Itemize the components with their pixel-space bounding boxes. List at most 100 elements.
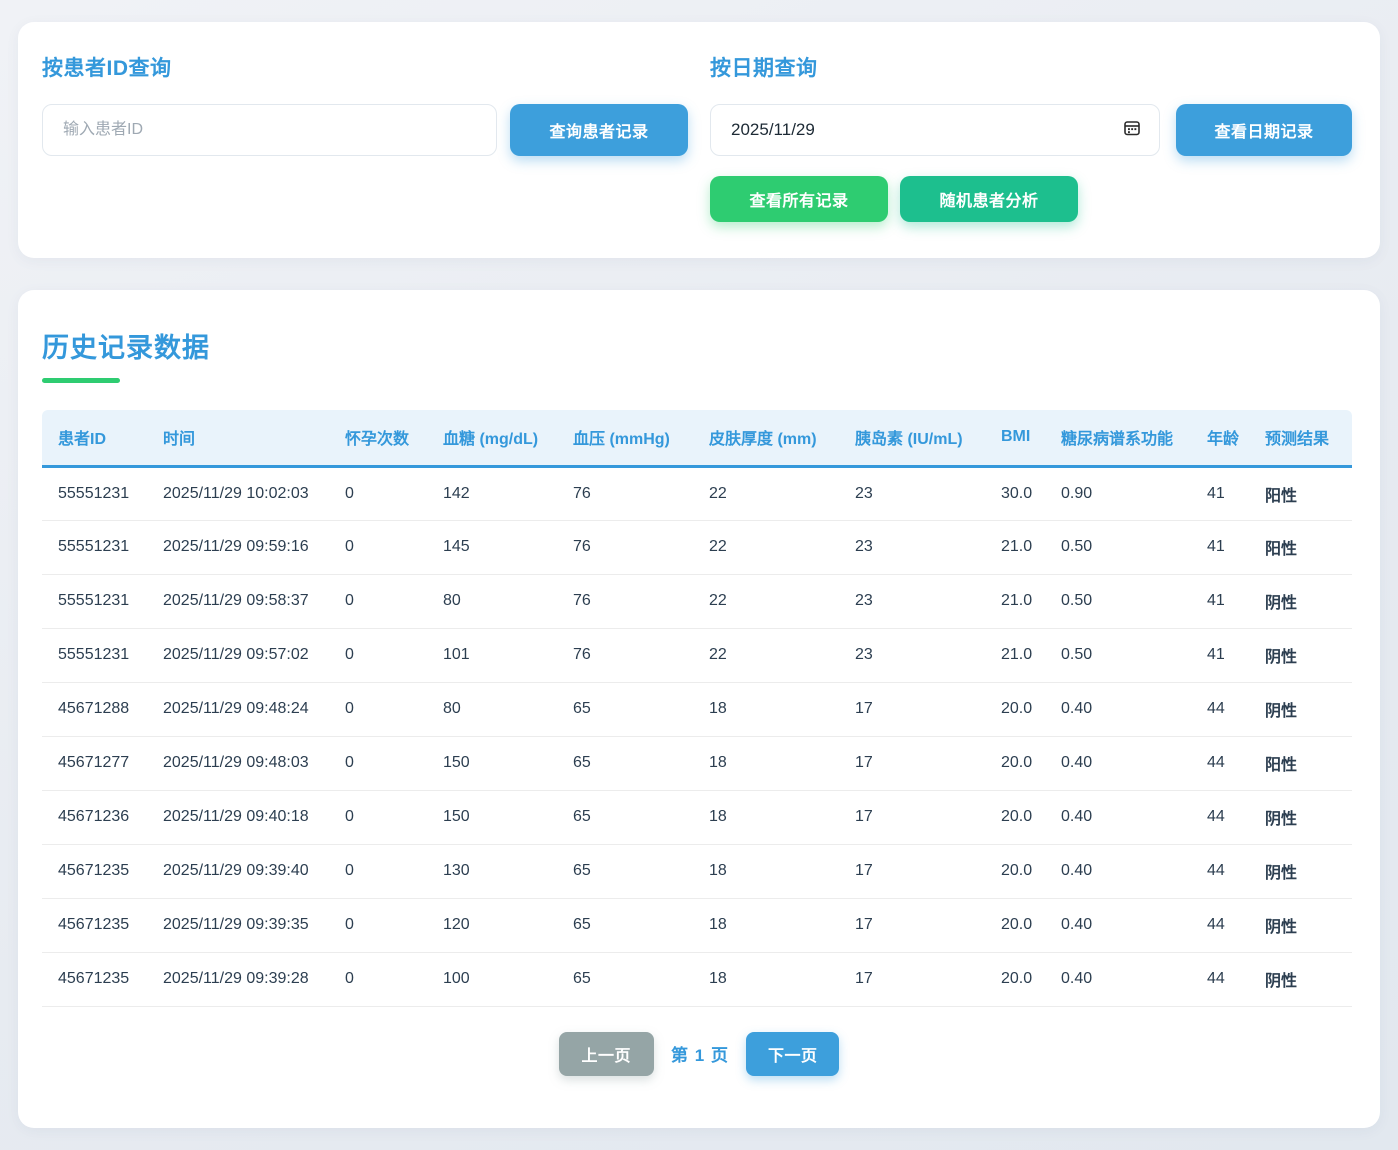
cell-skin: 18 — [693, 736, 839, 791]
cell-bp: 65 — [557, 898, 693, 953]
cell-patient-id: 45671277 — [42, 736, 147, 791]
patient-id-input[interactable] — [42, 104, 497, 156]
cell-dpf: 0.40 — [1045, 736, 1191, 791]
cell-patient-id: 55551231 — [42, 466, 147, 521]
cell-insulin: 23 — [839, 466, 985, 521]
cell-time: 2025/11/29 09:39:40 — [147, 844, 329, 899]
search-by-date-title: 按日期查询 — [710, 57, 818, 80]
view-all-records-button[interactable]: 查看所有记录 — [710, 176, 888, 222]
cell-skin: 22 — [693, 574, 839, 629]
cell-bp: 65 — [557, 952, 693, 1007]
cell-bmi: 20.0 — [985, 736, 1045, 791]
cell-result: 阴性 — [1249, 898, 1352, 953]
cell-age: 41 — [1191, 520, 1249, 575]
cell-bmi: 21.0 — [985, 520, 1045, 575]
next-page-button[interactable]: 下一页 — [745, 1031, 840, 1076]
cell-dpf: 0.90 — [1045, 466, 1191, 521]
cell-bp: 76 — [557, 466, 693, 521]
col-header-pregnancies: 怀孕次数 — [329, 410, 427, 468]
calendar-icon[interactable] — [1123, 119, 1141, 142]
col-header-time: 时间 — [147, 410, 329, 468]
prev-page-button[interactable]: 上一页 — [558, 1031, 655, 1076]
cell-age: 41 — [1191, 628, 1249, 683]
cell-patient-id: 55551231 — [42, 628, 147, 683]
cell-glucose: 100 — [427, 952, 557, 1007]
cell-pregnancies: 0 — [329, 952, 427, 1007]
cell-result: 阴性 — [1249, 790, 1352, 845]
records-table: 患者ID 时间 怀孕次数 血糖 (mg/dL) 血压 (mmHg) 皮肤厚度 (… — [42, 410, 1352, 1007]
cell-age: 44 — [1191, 682, 1249, 737]
cell-patient-id: 55551231 — [42, 520, 147, 575]
col-header-blood-pressure: 血压 (mmHg) — [557, 410, 693, 468]
cell-glucose: 80 — [427, 574, 557, 629]
table-row: 45671236 2025/11/29 09:40:18 0 150 65 18 17 20.… — [42, 790, 1352, 845]
col-header-insulin: 胰岛素 (IU/mL) — [839, 410, 985, 468]
cell-bmi: 20.0 — [985, 682, 1045, 737]
cell-bmi: 20.0 — [985, 790, 1045, 845]
cell-dpf: 0.40 — [1045, 682, 1191, 737]
cell-dpf: 0.40 — [1045, 844, 1191, 899]
cell-result: 阴性 — [1249, 628, 1352, 683]
random-patient-analysis-button[interactable]: 随机患者分析 — [900, 176, 1078, 222]
cell-bmi: 20.0 — [985, 844, 1045, 899]
col-header-bmi: BMI — [985, 410, 1045, 468]
cell-age: 41 — [1191, 466, 1249, 521]
cell-time: 2025/11/29 10:02:03 — [147, 466, 329, 521]
cell-patient-id: 45671235 — [42, 898, 147, 953]
col-header-patient-id: 患者ID — [42, 410, 147, 468]
cell-pregnancies: 0 — [329, 736, 427, 791]
cell-age: 44 — [1191, 790, 1249, 845]
cell-patient-id: 45671235 — [42, 952, 147, 1007]
cell-glucose: 101 — [427, 628, 557, 683]
cell-bp: 76 — [557, 574, 693, 629]
cell-bp: 65 — [557, 682, 693, 737]
cell-pregnancies: 0 — [329, 682, 427, 737]
cell-skin: 22 — [693, 466, 839, 521]
table-row: 45671235 2025/11/29 09:39:28 0 100 65 18 17 20.… — [42, 952, 1352, 1007]
cell-bp: 65 — [557, 736, 693, 791]
cell-pregnancies: 0 — [329, 520, 427, 575]
cell-glucose: 80 — [427, 682, 557, 737]
cell-time: 2025/11/29 09:59:16 — [147, 520, 329, 575]
cell-insulin: 17 — [839, 736, 985, 791]
date-value: 2025/11/29 — [731, 120, 815, 139]
cell-bmi: 20.0 — [985, 898, 1045, 953]
cell-skin: 22 — [693, 628, 839, 683]
cell-bmi: 21.0 — [985, 574, 1045, 629]
cell-skin: 22 — [693, 520, 839, 575]
cell-age: 44 — [1191, 736, 1249, 791]
cell-result: 阳性 — [1249, 736, 1352, 791]
cell-glucose: 130 — [427, 844, 557, 899]
cell-result: 阴性 — [1249, 952, 1352, 1007]
cell-patient-id: 45671236 — [42, 790, 147, 845]
cell-pregnancies: 0 — [329, 844, 427, 899]
cell-dpf: 0.40 — [1045, 952, 1191, 1007]
cell-pregnancies: 0 — [329, 574, 427, 629]
page-indicator: 第 1 页 — [671, 1046, 729, 1065]
cell-dpf: 0.50 — [1045, 520, 1191, 575]
cell-result: 阴性 — [1249, 844, 1352, 899]
col-header-age: 年龄 — [1191, 410, 1249, 468]
cell-dpf: 0.40 — [1045, 898, 1191, 953]
table-row: 45671288 2025/11/29 09:48:24 0 80 65 18 17 20.0… — [42, 682, 1352, 737]
view-date-records-button[interactable]: 查看日期记录 — [1176, 104, 1352, 156]
cell-insulin: 23 — [839, 628, 985, 683]
cell-dpf: 0.40 — [1045, 790, 1191, 845]
table-row: 45671235 2025/11/29 09:39:35 0 120 65 18 17 20.… — [42, 898, 1352, 953]
cell-time: 2025/11/29 09:48:24 — [147, 682, 329, 737]
query-patient-records-button[interactable]: 查询患者记录 — [510, 104, 688, 156]
cell-skin: 18 — [693, 844, 839, 899]
col-header-skin-thickness: 皮肤厚度 (mm) — [693, 410, 839, 468]
cell-skin: 18 — [693, 790, 839, 845]
cell-time: 2025/11/29 09:40:18 — [147, 790, 329, 845]
table-row: 55551231 2025/11/29 09:57:02 0 101 76 22 23 21.… — [42, 628, 1352, 683]
cell-glucose: 145 — [427, 520, 557, 575]
search-by-id-title: 按患者ID查询 — [42, 57, 172, 80]
cell-dpf: 0.50 — [1045, 628, 1191, 683]
date-input[interactable]: 2025/11/29 — [710, 104, 1160, 156]
cell-result: 阴性 — [1249, 682, 1352, 737]
cell-glucose: 142 — [427, 466, 557, 521]
search-by-date-section: 按日期查询 2025/11/29 查看日期记录 查看所有记录 随机患者分析 — [710, 52, 1352, 228]
cell-age: 44 — [1191, 952, 1249, 1007]
cell-result: 阳性 — [1249, 466, 1352, 521]
